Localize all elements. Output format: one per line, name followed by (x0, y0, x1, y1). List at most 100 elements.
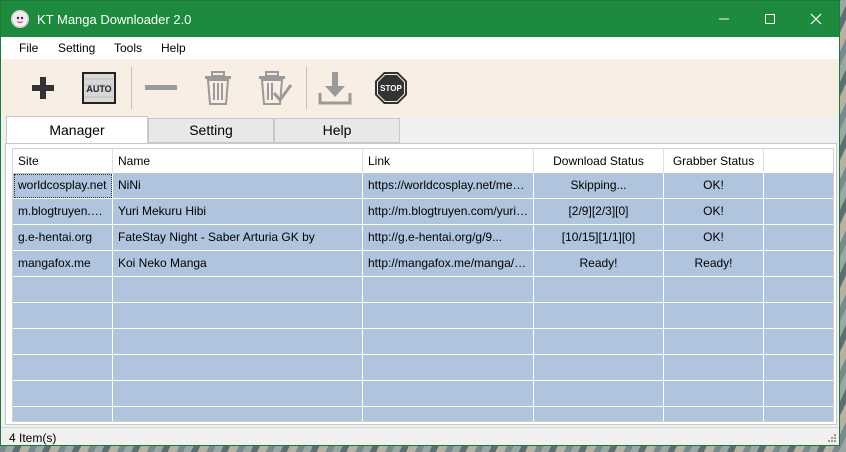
cell-empty (764, 199, 833, 225)
cell-link: http://m.blogtruyen.com/yuri-mekuru-hibi (363, 199, 534, 225)
auto-button[interactable]: AUTO (79, 69, 119, 107)
tab-help[interactable]: Help (274, 118, 400, 143)
cell-grabber-status: Ready! (664, 251, 764, 277)
maximize-button[interactable] (747, 1, 793, 37)
column-header-grabber-status[interactable]: Grabber Status (664, 149, 764, 173)
tab-manager[interactable]: Manager (6, 116, 148, 144)
cell-name (113, 381, 363, 407)
cell-link: http://g.e-hentai.org/g/9... (363, 225, 534, 251)
cell-grabber-status (664, 407, 764, 421)
cell-link (363, 277, 534, 303)
empty-table-row[interactable] (13, 355, 833, 381)
add-icon (32, 77, 54, 99)
column-header-download-status[interactable]: Download Status (534, 149, 664, 173)
cell-name (113, 303, 363, 329)
close-button[interactable] (793, 1, 839, 37)
remove-button[interactable] (141, 69, 181, 107)
empty-table-row[interactable] (13, 329, 833, 355)
cell-site: worldcosplay.net (13, 173, 113, 199)
cell-name: Koi Neko Manga (113, 251, 363, 277)
resize-grip-icon[interactable] (827, 433, 837, 443)
download-grid[interactable]: Site Name Link Download Status Grabber S… (12, 148, 834, 422)
cell-empty (764, 225, 833, 251)
table-row[interactable]: mangafox.me Koi Neko Manga http://mangafox… (13, 251, 833, 277)
cell-grabber-status (664, 381, 764, 407)
menu-help[interactable]: Help (161, 41, 186, 55)
delete-button[interactable] (198, 69, 238, 107)
cell-empty (764, 173, 833, 199)
cell-empty (764, 407, 833, 421)
cell-empty (764, 381, 833, 407)
table-row[interactable]: worldcosplay.net NiNi https://worldcosplay… (13, 173, 833, 199)
cell-download-status: Ready! (534, 251, 664, 277)
cell-link: https://worldcosplay.net/member/nini (363, 173, 534, 199)
cell-grabber-status (664, 355, 764, 381)
empty-table-row[interactable] (13, 381, 833, 407)
cell-empty (764, 277, 833, 303)
cell-download-status (534, 407, 664, 421)
app-window: KT Manga Downloader 2.0 File Setting Too… (0, 0, 840, 446)
cell-empty (764, 329, 833, 355)
menu-file[interactable]: File (19, 41, 38, 55)
cell-grabber-status (664, 329, 764, 355)
cell-site (13, 329, 113, 355)
cell-site (13, 355, 113, 381)
cell-name: NiNi (113, 173, 363, 199)
cell-name (113, 407, 363, 421)
cell-link (363, 407, 534, 421)
cell-site (13, 407, 113, 421)
item-count: 4 Item(s) (9, 431, 57, 445)
toolbar: AUTO STOP (1, 59, 839, 116)
cell-site: mangafox.me (13, 251, 113, 277)
close-icon (810, 13, 822, 25)
menu-bar: File Setting Tools Help (1, 37, 839, 59)
delete-checked-icon (259, 71, 293, 105)
cell-grabber-status: OK! (664, 199, 764, 225)
manager-panel: Site Name Link Download Status Grabber S… (5, 143, 837, 425)
column-header-name[interactable]: Name (113, 149, 363, 173)
stop-button[interactable]: STOP (371, 69, 411, 107)
empty-table-row[interactable] (13, 303, 833, 329)
cell-name (113, 355, 363, 381)
cell-link (363, 381, 534, 407)
cell-link (363, 355, 534, 381)
cell-site (13, 381, 113, 407)
cell-download-status: [10/15][1/1][0] (534, 225, 664, 251)
cell-grabber-status: OK! (664, 173, 764, 199)
cell-empty (764, 251, 833, 277)
table-row[interactable]: g.e-hentai.org FateStay Night - Saber Art… (13, 225, 833, 251)
menu-tools[interactable]: Tools (114, 41, 142, 55)
table-row[interactable]: m.blogtruyen.com Yuri Mekuru Hibi http://m… (13, 199, 833, 225)
minimize-button[interactable] (701, 1, 747, 37)
grid-header: Site Name Link Download Status Grabber S… (13, 149, 833, 173)
cell-download-status (534, 381, 664, 407)
empty-table-row[interactable] (13, 407, 833, 421)
tab-strip: Manager Setting Help (1, 116, 839, 144)
cell-name (113, 277, 363, 303)
tab-setting[interactable]: Setting (148, 118, 274, 143)
cell-grabber-status: OK! (664, 225, 764, 251)
minimize-icon (719, 18, 729, 20)
cell-empty (764, 303, 833, 329)
cell-link (363, 329, 534, 355)
cell-name (113, 329, 363, 355)
delete-checked-button[interactable] (254, 69, 294, 107)
auto-icon: AUTO (82, 72, 116, 104)
cell-download-status: [2/9][2/3][0] (534, 199, 664, 225)
download-icon (318, 72, 352, 105)
cell-download-status (534, 329, 664, 355)
column-header-site[interactable]: Site (13, 149, 113, 173)
menu-setting[interactable]: Setting (58, 41, 95, 55)
download-button[interactable] (315, 69, 355, 107)
cell-link (363, 303, 534, 329)
toolbar-separator (131, 67, 132, 109)
add-button[interactable] (23, 69, 63, 107)
column-header-link[interactable]: Link (363, 149, 534, 173)
empty-table-row[interactable] (13, 277, 833, 303)
delete-icon (205, 71, 231, 105)
title-bar[interactable]: KT Manga Downloader 2.0 (1, 1, 839, 37)
app-logo-icon (11, 10, 29, 28)
auto-label: AUTO (86, 84, 111, 94)
cell-grabber-status (664, 303, 764, 329)
maximize-icon (765, 14, 775, 24)
